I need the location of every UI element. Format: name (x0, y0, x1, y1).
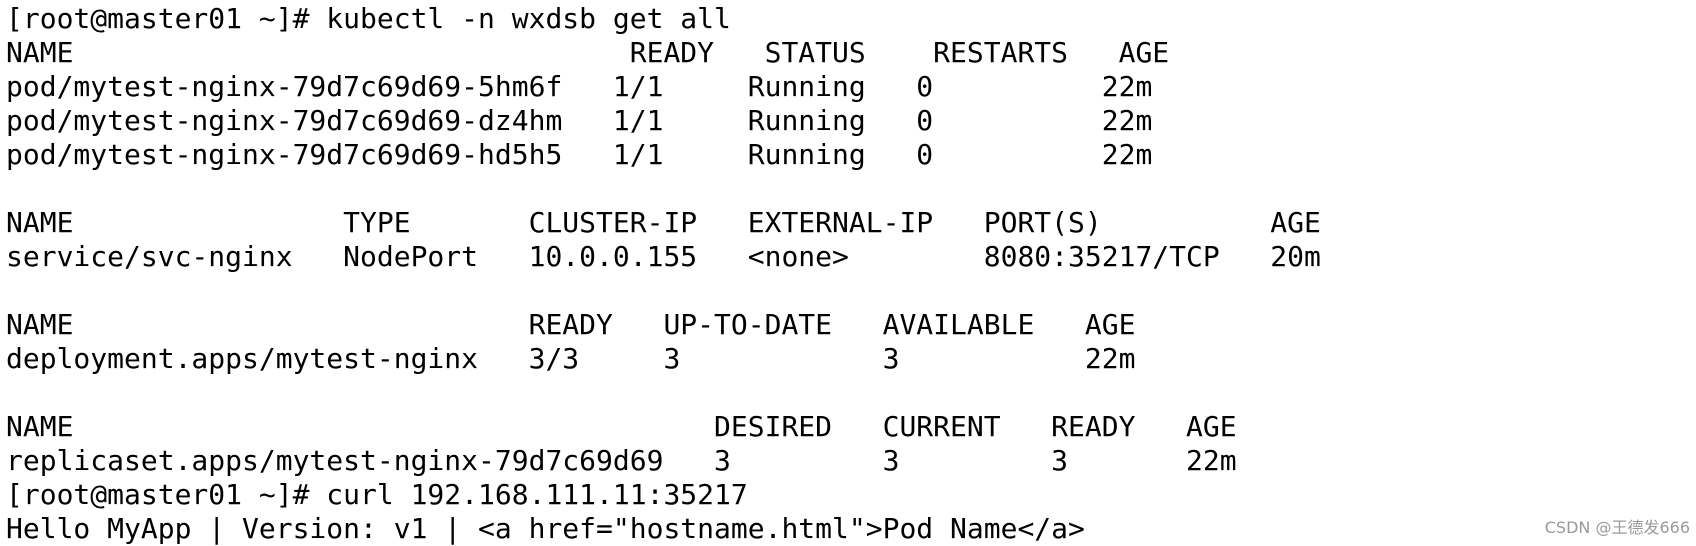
curl-output-line: Hello MyApp | Version: v1 | <a href="hos… (6, 512, 1085, 545)
pods-header: NAME READY STATUS RESTARTS AGE (6, 36, 1170, 69)
service-row: service/svc-nginx NodePort 10.0.0.155 <n… (6, 240, 1321, 273)
prompt-command-line: [root@master01 ~]# kubectl -n wxdsb get … (6, 2, 731, 35)
pod-row: pod/mytest-nginx-79d7c69d69-hd5h5 1/1 Ru… (6, 138, 1153, 171)
terminal-output[interactable]: [root@master01 ~]# kubectl -n wxdsb get … (0, 0, 1696, 546)
prompt-command-line: [root@master01 ~]# curl 192.168.111.11:3… (6, 478, 748, 511)
deployments-header: NAME READY UP-TO-DATE AVAILABLE AGE (6, 308, 1136, 341)
pod-row: pod/mytest-nginx-79d7c69d69-dz4hm 1/1 Ru… (6, 104, 1153, 137)
deployment-row: deployment.apps/mytest-nginx 3/3 3 3 22m (6, 342, 1136, 375)
pod-row: pod/mytest-nginx-79d7c69d69-5hm6f 1/1 Ru… (6, 70, 1153, 103)
replicasets-header: NAME DESIRED CURRENT READY AGE (6, 410, 1237, 443)
services-header: NAME TYPE CLUSTER-IP EXTERNAL-IP PORT(S)… (6, 206, 1321, 239)
replicaset-row: replicaset.apps/mytest-nginx-79d7c69d69 … (6, 444, 1237, 477)
watermark: CSDN @王德发666 (1544, 518, 1690, 537)
